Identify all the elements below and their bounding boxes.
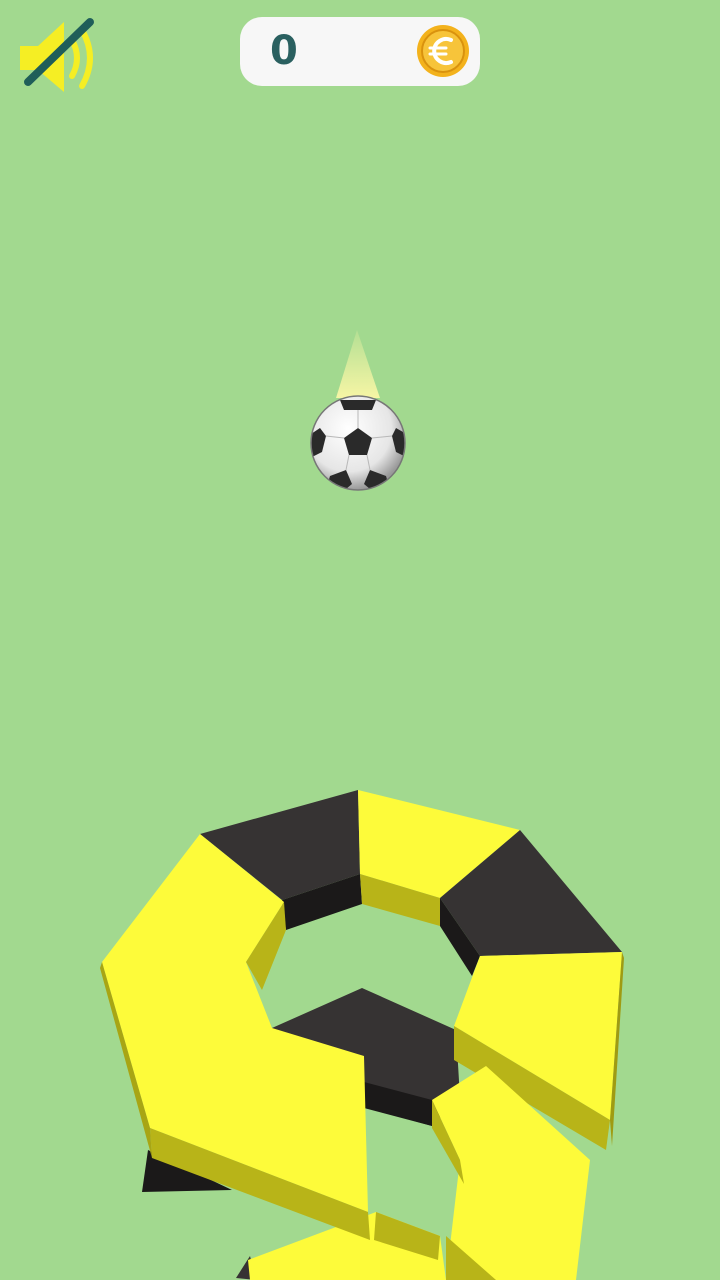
euro-coin-icon xyxy=(415,23,471,79)
game-scene[interactable] xyxy=(0,0,720,1280)
speaker-muted-icon xyxy=(20,18,94,92)
ball-trail xyxy=(336,330,380,398)
mute-toggle-button[interactable] xyxy=(14,14,104,100)
soccer-ball xyxy=(310,395,406,491)
score-value: 0 xyxy=(270,28,298,74)
score-panel: 0 xyxy=(240,17,480,86)
